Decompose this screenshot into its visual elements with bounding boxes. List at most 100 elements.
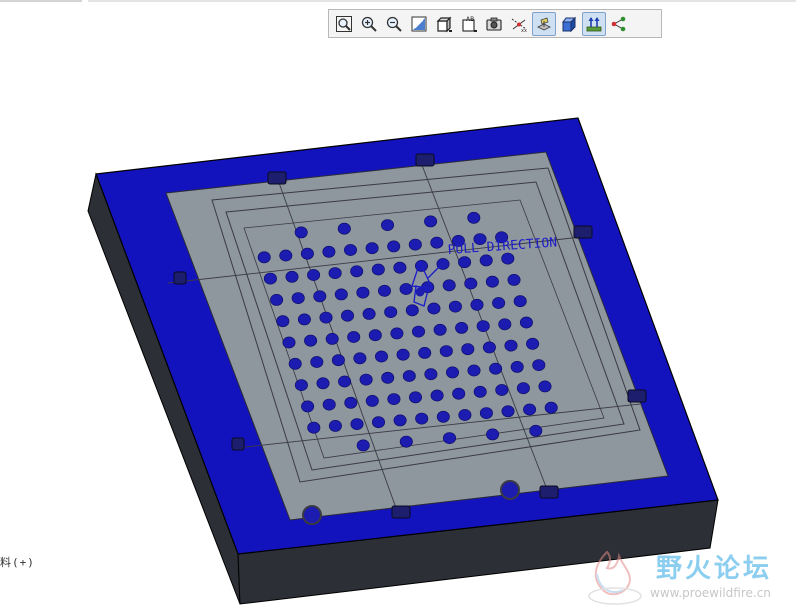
locating-block — [231, 437, 245, 451]
ejector-hole — [467, 211, 481, 224]
ejector-hole — [381, 371, 395, 384]
ejector-hole — [529, 424, 543, 437]
ejector-hole — [399, 435, 413, 448]
ejector-hole — [501, 405, 515, 418]
ejector-hole — [473, 385, 487, 398]
ejector-hole — [270, 293, 284, 306]
ejector-hole — [387, 240, 401, 253]
ejector-hole — [301, 400, 315, 413]
ejector-hole — [442, 432, 456, 444]
locating-block — [267, 171, 287, 185]
ejector-hole — [328, 267, 342, 279]
ejector-hole — [461, 343, 475, 356]
ejector-hole — [479, 407, 493, 419]
ejector-hole — [402, 370, 416, 382]
ejector-hole — [452, 387, 466, 400]
ejector-hole — [343, 244, 357, 256]
ejector-hole — [393, 261, 407, 274]
locating-block — [573, 225, 593, 239]
ejector-hole — [353, 352, 367, 365]
locating-block — [415, 153, 435, 167]
ejector-hole — [510, 360, 524, 373]
ejector-hole — [498, 318, 512, 331]
ejector-hole — [384, 306, 398, 318]
ejector-hole — [300, 247, 314, 260]
ejector-hole — [427, 302, 441, 315]
ejector-hole — [405, 304, 419, 317]
ejector-hole — [350, 418, 364, 430]
ejector-hole — [408, 391, 422, 404]
ejector-hole — [408, 238, 422, 251]
ejector-hole — [495, 384, 509, 396]
ejector-hole — [399, 283, 413, 295]
ejector-hole — [445, 366, 459, 379]
ejector-hole — [362, 307, 376, 320]
ejector-hole — [470, 298, 484, 311]
ejector-hole — [310, 356, 324, 368]
ejector-hole — [276, 315, 290, 328]
ejector-hole — [294, 226, 308, 239]
guide-bushing-right — [500, 480, 520, 500]
ejector-hole — [467, 364, 481, 377]
locating-block — [627, 389, 647, 403]
ejector-hole — [263, 272, 277, 285]
ejector-hole — [307, 421, 321, 434]
ejector-hole — [504, 339, 518, 352]
ejector-hole — [291, 292, 305, 304]
ejector-hole — [322, 245, 336, 258]
ejector-hole — [523, 403, 537, 416]
ejector-hole — [316, 377, 330, 390]
ejector-hole — [350, 265, 364, 278]
ejector-hole — [492, 297, 506, 309]
ejector-hole — [476, 320, 490, 332]
ejector-hole — [344, 396, 358, 409]
ejector-hole — [285, 270, 299, 283]
mold-plate: PULL DIRECTION — [87, 117, 719, 605]
status-text: 料(+) — [0, 556, 35, 569]
ejector-hole — [479, 254, 493, 267]
ejector-hole — [356, 286, 370, 299]
ejector-hole — [486, 428, 500, 441]
ejector-hole — [415, 412, 429, 425]
model-viewport[interactable]: PULL DIRECTION — [0, 0, 796, 611]
ejector-hole — [371, 263, 385, 276]
ejector-hole — [516, 382, 530, 395]
ejector-hole — [387, 393, 401, 405]
ejector-hole — [347, 331, 361, 343]
ejector-hole — [377, 284, 391, 297]
ejector-hole — [340, 309, 354, 322]
ejector-hole — [455, 321, 469, 334]
ejector-hole — [325, 332, 339, 345]
ejector-hole — [282, 336, 296, 349]
ejector-hole — [458, 409, 472, 421]
locating-block — [391, 505, 411, 519]
ejector-hole — [526, 337, 540, 350]
ejector-hole — [482, 341, 496, 354]
ejector-hole — [396, 348, 410, 361]
ejector-hole — [538, 380, 552, 393]
ejector-hole — [374, 350, 388, 363]
flame-logo-icon — [588, 550, 642, 605]
ejector-hole — [464, 277, 478, 290]
ejector-hole — [485, 275, 499, 288]
ejector-hole — [507, 273, 521, 286]
guide-bushing-left — [302, 505, 322, 525]
ejector-hole — [532, 359, 546, 371]
ejector-hole — [337, 222, 351, 235]
ejector-hole — [356, 439, 370, 452]
locating-block — [539, 485, 559, 499]
ejector-hole — [424, 215, 438, 228]
ejector-hole — [279, 249, 293, 262]
ejector-hole — [257, 251, 271, 264]
ejector-hole — [411, 325, 425, 338]
watermark-title: 野火论坛 — [656, 554, 773, 584]
ejector-hole — [519, 316, 533, 329]
ejector-hole — [338, 375, 352, 388]
ejector-hole — [393, 414, 407, 427]
ejector-hole — [380, 219, 394, 231]
ejector-hole — [307, 269, 321, 281]
ejector-hole — [424, 368, 438, 381]
ejector-hole — [390, 327, 404, 340]
ejector-hole — [489, 362, 503, 375]
ejector-hole — [304, 334, 318, 347]
